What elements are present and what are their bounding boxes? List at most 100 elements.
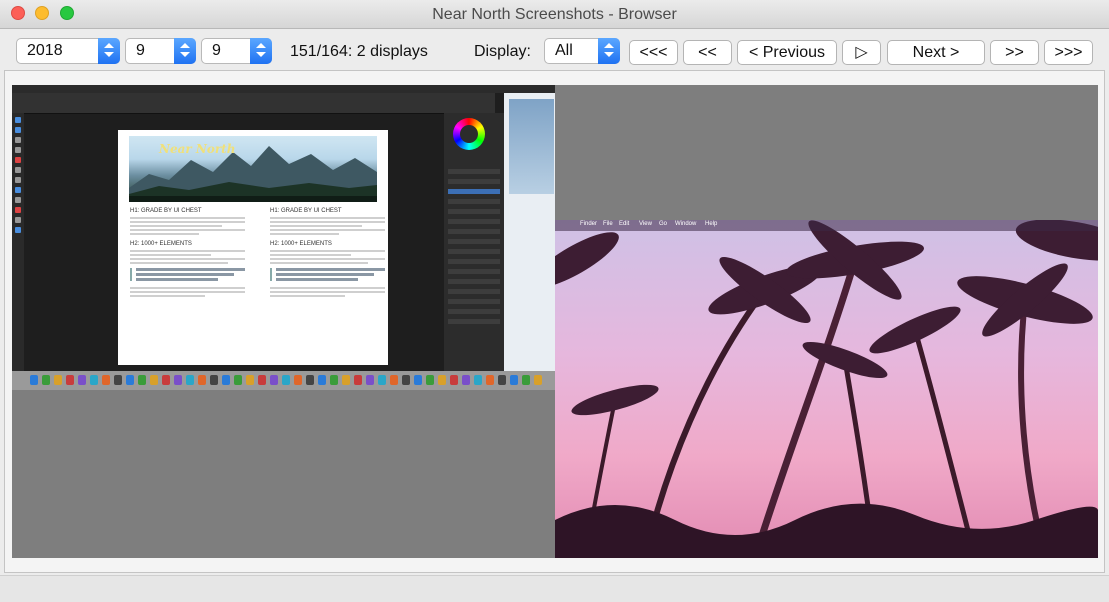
dock-app-icon <box>486 375 494 385</box>
day-value: 9 <box>212 42 221 59</box>
dock-app-icon <box>42 375 50 385</box>
dock-app-icon <box>474 375 482 385</box>
dock-app-icon <box>30 375 38 385</box>
dock-app-icon <box>282 375 290 385</box>
layer-row <box>448 199 500 204</box>
dock-app-icon <box>210 375 218 385</box>
dock-app-icon <box>342 375 350 385</box>
layer-row <box>448 219 500 224</box>
dock-app-icon <box>138 375 146 385</box>
forward-more-button[interactable]: >> <box>990 40 1039 65</box>
display-1-screenshot: Near North H1: GRADE BY UI CHEST H2: 100… <box>12 85 555 390</box>
tool-icon <box>15 187 21 193</box>
tool-icon <box>15 177 21 183</box>
last-button[interactable]: >>> <box>1044 40 1093 65</box>
display-select-value: All <box>555 42 573 59</box>
display-1-document: Near North H1: GRADE BY UI CHEST H2: 100… <box>118 130 388 365</box>
color-wheel-icon <box>453 118 485 150</box>
dock-app-icon <box>354 375 362 385</box>
layer-row <box>448 299 500 304</box>
play-button[interactable]: ▷ <box>842 40 881 65</box>
dock-app-icon <box>378 375 386 385</box>
layer-row <box>448 169 500 174</box>
display-1-dock <box>12 371 555 390</box>
display-2-menu-window: Window <box>675 221 697 227</box>
display-2-menu-edit: Edit <box>619 221 630 227</box>
dock-app-icon <box>366 375 374 385</box>
play-icon: ▷ <box>855 44 868 61</box>
dock-app-icon <box>270 375 278 385</box>
layer-row <box>448 179 500 184</box>
dock-app-icon <box>126 375 134 385</box>
doc-column-right: H1: GRADE BY UI CHEST H2: 1000+ ELEMENTS <box>270 208 385 299</box>
next-button[interactable]: Next > <box>887 40 985 65</box>
back-more-button[interactable]: << <box>683 40 732 65</box>
dock-app-icon <box>150 375 158 385</box>
layer-row <box>448 209 500 214</box>
display-1-sky-image <box>509 99 554 194</box>
layer-row <box>448 269 500 274</box>
dock-app-icon <box>306 375 314 385</box>
display-2-menu-finder: Finder <box>580 221 598 227</box>
previous-button[interactable]: < Previous <box>737 40 837 65</box>
dock-app-icon <box>330 375 338 385</box>
layer-row <box>448 309 500 314</box>
month-stepper-icon[interactable] <box>174 38 196 64</box>
display-select[interactable]: All <box>544 38 620 64</box>
tool-icon <box>15 147 21 153</box>
layer-row <box>448 319 500 324</box>
dock-app-icon <box>54 375 62 385</box>
dock-app-icon <box>438 375 446 385</box>
layer-row <box>448 289 500 294</box>
doc-heading-1: H1: GRADE BY UI CHEST <box>130 208 202 214</box>
layer-row <box>448 279 500 284</box>
display-label: Display: <box>474 43 531 60</box>
window-title: Near North Screenshots - Browser <box>432 6 677 23</box>
display-2-menu-file: File <box>603 221 613 227</box>
display-select-stepper-icon[interactable] <box>598 38 620 64</box>
dock-app-icon <box>66 375 74 385</box>
month-combo[interactable]: 9 <box>125 38 196 64</box>
doc-brand-title: Near North <box>159 142 236 156</box>
layer-row <box>448 229 500 234</box>
layer-row <box>448 239 500 244</box>
display-1-menubar <box>12 85 555 93</box>
day-combo[interactable]: 9 <box>201 38 272 64</box>
tool-icon <box>15 137 21 143</box>
year-combo[interactable]: 2018 <box>16 38 120 64</box>
day-stepper-icon[interactable] <box>250 38 272 64</box>
tool-icon <box>15 117 21 123</box>
dock-app-icon <box>450 375 458 385</box>
title-bar: Near North Screenshots - Browser <box>0 0 1109 29</box>
dock-app-icon <box>414 375 422 385</box>
dock-app-icon <box>534 375 542 385</box>
dock-app-icon <box>258 375 266 385</box>
doc-heading-2: H2: 1000+ ELEMENTS <box>130 241 192 247</box>
tool-icon <box>15 157 21 163</box>
doc-banner-image: Near North <box>129 136 377 202</box>
year-stepper-icon[interactable] <box>98 38 120 64</box>
dock-app-icon <box>114 375 122 385</box>
dock-app-icon <box>522 375 530 385</box>
first-button[interactable]: <<< <box>629 40 678 65</box>
display-1-app-toolbar <box>12 93 495 114</box>
display-2-menubar: Finder File Edit View Go Window Help <box>555 220 1098 231</box>
display-2-menu-view: View <box>639 221 652 227</box>
dock-app-icon <box>102 375 110 385</box>
dock-app-icon <box>318 375 326 385</box>
dock-app-icon <box>402 375 410 385</box>
display-2-screenshot: Finder File Edit View Go Window Help <box>555 220 1098 558</box>
dock-app-icon <box>462 375 470 385</box>
month-value: 9 <box>136 42 145 59</box>
dock-app-icon <box>78 375 86 385</box>
dock-app-icon <box>246 375 254 385</box>
bottom-status-bar <box>0 575 1109 602</box>
display-1-tools-panel <box>12 113 24 371</box>
doc-heading-1-right: H1: GRADE BY UI CHEST <box>270 208 342 214</box>
dock-app-icon <box>198 375 206 385</box>
tool-icon <box>15 227 21 233</box>
layer-row <box>448 259 500 264</box>
layer-row <box>448 249 500 254</box>
year-value: 2018 <box>27 42 63 59</box>
dock-app-icon <box>390 375 398 385</box>
